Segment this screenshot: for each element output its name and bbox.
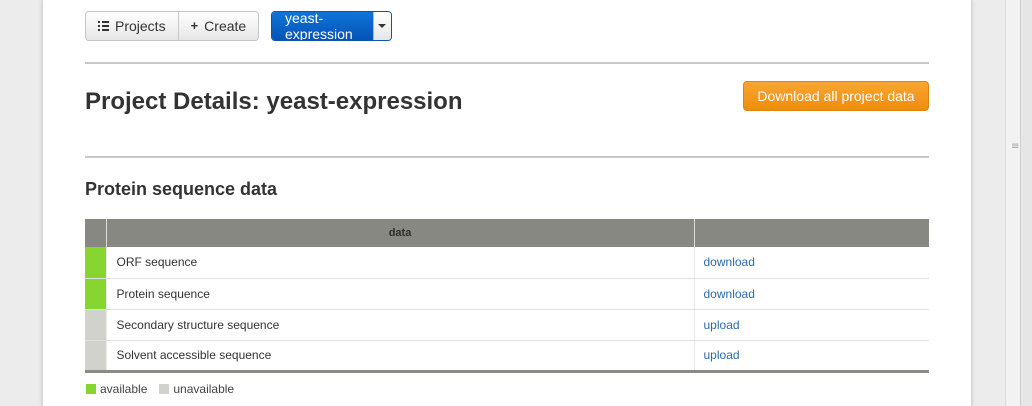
- create-button[interactable]: + Create: [177, 12, 259, 40]
- grip-icon[interactable]: ≡: [1011, 142, 1019, 152]
- status-indicator: [85, 278, 107, 310]
- table-row: Protein sequence download: [85, 278, 929, 310]
- legend-swatch-available: [86, 384, 96, 394]
- legend-swatch-unavailable: [159, 384, 170, 394]
- upload-link[interactable]: upload: [704, 318, 740, 332]
- projects-button-label: Projects: [115, 18, 166, 34]
- column-header-status: [85, 219, 107, 247]
- divider: [85, 156, 929, 158]
- divider: [85, 62, 929, 64]
- legend: available unavailable: [86, 382, 246, 396]
- column-header-action: [694, 219, 929, 247]
- status-indicator: [85, 309, 107, 341]
- protein-data-table: data ORF sequence download Protein seque…: [85, 219, 929, 373]
- data-name-cell: ORF sequence: [106, 247, 694, 279]
- table-row: Solvent accessible sequence upload: [85, 340, 929, 373]
- status-indicator: [85, 247, 107, 279]
- legend-label-available: available: [100, 382, 148, 396]
- create-button-label: Create: [204, 18, 247, 34]
- nav-button-group: Projects + Create: [85, 11, 260, 41]
- data-name-cell: Solvent accessible sequence: [106, 340, 694, 373]
- scrollbar[interactable]: [1020, 0, 1032, 406]
- table-header-row: data: [85, 219, 929, 247]
- current-project-button[interactable]: yeast-expression: [272, 12, 373, 40]
- project-dropdown-toggle[interactable]: [372, 12, 391, 40]
- legend-item-available: available: [86, 382, 147, 396]
- legend-label-unavailable: unavailable: [173, 382, 235, 396]
- column-header-data: data: [106, 219, 695, 247]
- project-selector: yeast-expression: [271, 11, 392, 41]
- caret-down-icon: [378, 24, 387, 28]
- section-title: Protein sequence data: [85, 179, 278, 199]
- upload-link[interactable]: upload: [704, 348, 740, 362]
- list-icon: [98, 21, 109, 31]
- download-all-button[interactable]: Download all project data: [743, 81, 929, 111]
- download-link[interactable]: download: [704, 287, 755, 301]
- projects-button[interactable]: Projects: [86, 12, 178, 40]
- table-row: Secondary structure sequence upload: [85, 309, 929, 341]
- download-link[interactable]: download: [704, 255, 755, 269]
- status-indicator: [85, 340, 107, 373]
- table-row: ORF sequence download: [85, 247, 929, 279]
- plus-icon: +: [190, 18, 199, 33]
- data-name-cell: Secondary structure sequence: [106, 309, 694, 341]
- legend-item-unavailable: unavailable: [159, 382, 234, 396]
- current-project-label: yeast-expression: [285, 11, 353, 41]
- data-name-cell: Protein sequence: [106, 278, 694, 310]
- page-title: Project Details: yeast-expression: [85, 88, 463, 115]
